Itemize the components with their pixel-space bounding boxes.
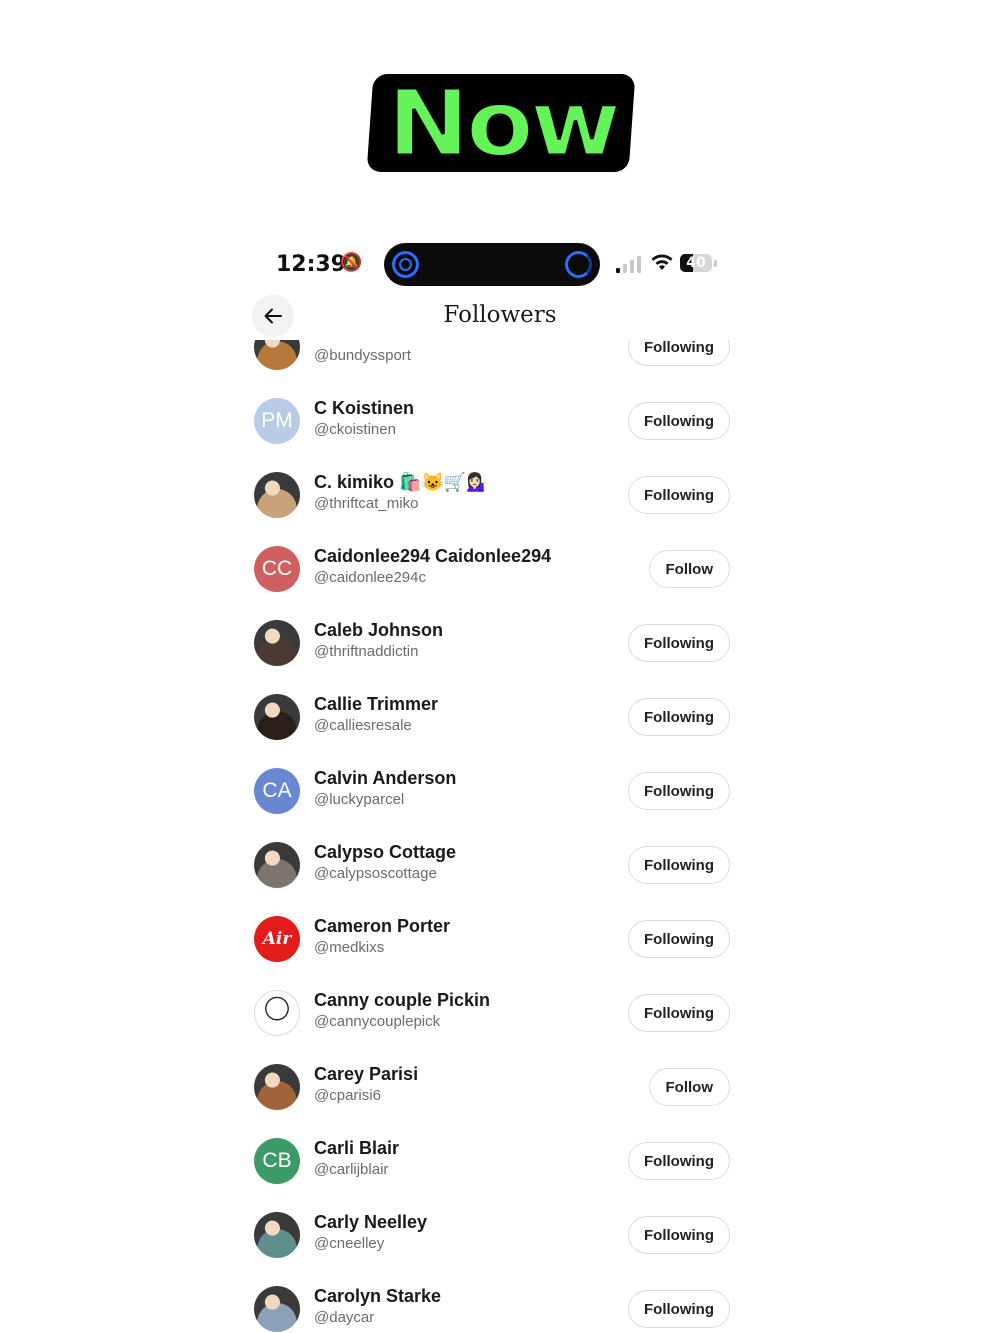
following-button[interactable]: Following xyxy=(628,1142,730,1180)
avatar[interactable] xyxy=(254,472,300,518)
following-button[interactable]: Following xyxy=(628,846,730,884)
following-button[interactable]: Following xyxy=(628,698,730,736)
following-button[interactable]: Following xyxy=(628,402,730,440)
avatar[interactable] xyxy=(254,1212,300,1258)
avatar[interactable]: CC xyxy=(254,546,300,592)
follower-name[interactable]: Cameron Porter xyxy=(314,916,450,937)
follower-handle: @cannycouplepick xyxy=(314,1013,441,1030)
page-header: Followers xyxy=(250,294,740,340)
follower-row[interactable]: C. kimiko 🛍️😺🛒💁🏻‍♀️ @thriftcat_miko Follow… xyxy=(250,464,740,538)
following-button[interactable]: Following xyxy=(628,772,730,810)
follow-button[interactable]: Follow xyxy=(648,1068,730,1106)
follower-name[interactable]: C B xyxy=(314,340,345,345)
follower-handle: @cneelley xyxy=(314,1235,385,1252)
follower-name[interactable]: Caleb Johnson xyxy=(314,620,443,641)
follower-name[interactable]: Carolyn Starke xyxy=(314,1286,441,1307)
follower-handle: @ckoistinen xyxy=(314,421,396,438)
follower-name[interactable]: C. kimiko 🛍️😺🛒💁🏻‍♀️ xyxy=(314,472,489,493)
following-button[interactable]: Following xyxy=(628,994,730,1032)
avatar[interactable]: CA xyxy=(254,768,300,814)
follower-row[interactable]: CC Caidonlee294 Caidonlee294 @caidonlee294… xyxy=(250,538,740,612)
follower-name[interactable]: C Koistinen xyxy=(314,398,414,419)
avatar[interactable] xyxy=(254,1064,300,1110)
avatar[interactable]: PM xyxy=(254,398,300,444)
following-button[interactable]: Following xyxy=(628,624,730,662)
follower-name[interactable]: Calvin Anderson xyxy=(314,768,456,789)
follower-handle: @calypsoscottage xyxy=(314,865,437,882)
following-button[interactable]: Following xyxy=(628,1216,730,1254)
following-button[interactable]: Following xyxy=(628,340,730,366)
avatar[interactable]: Air xyxy=(254,916,300,962)
now-sticker-text: Now xyxy=(385,68,623,178)
following-button[interactable]: Following xyxy=(628,476,730,514)
follower-handle: @daycar xyxy=(314,1309,375,1326)
follower-row[interactable]: Canny couple Pickin @cannycouplepick Follo… xyxy=(250,982,740,1056)
battery-icon: 40 xyxy=(680,254,712,272)
follower-handle: @medkixs xyxy=(314,939,385,956)
follower-row[interactable]: Calypso Cottage @calypsoscottage Following xyxy=(250,834,740,908)
avatar[interactable] xyxy=(254,620,300,666)
follower-handle: @bundyssport xyxy=(314,347,411,364)
battery-level: 40 xyxy=(686,255,706,271)
follower-handle: @calliesresale xyxy=(314,717,412,734)
avatar[interactable] xyxy=(254,340,300,370)
follower-handle: @thriftnaddictin xyxy=(314,643,419,660)
follower-row[interactable]: Air Cameron Porter @medkixs Following xyxy=(250,908,740,982)
follower-row[interactable]: Carly Neelley @cneelley Following xyxy=(250,1204,740,1278)
follower-handle: @thriftcat_miko xyxy=(314,495,419,512)
follower-handle: @cparisi6 xyxy=(314,1087,381,1104)
follower-row[interactable]: Callie Trimmer @calliesresale Following xyxy=(250,686,740,760)
follower-row[interactable]: C B @bundyssport Following xyxy=(250,340,740,390)
follower-row[interactable]: CB Carli Blair @carlijblair Following xyxy=(250,1130,740,1204)
dynamic-island xyxy=(384,243,600,286)
follower-name[interactable]: Carey Parisi xyxy=(314,1064,418,1085)
avatar[interactable] xyxy=(254,1286,300,1332)
wifi-icon xyxy=(651,254,673,270)
progress-ring-icon xyxy=(565,251,592,278)
status-bar: 12:39 🔕 40 xyxy=(250,240,740,290)
page-title: Followers xyxy=(443,302,557,328)
silent-bell-icon: 🔕 xyxy=(340,252,363,272)
avatar[interactable] xyxy=(254,842,300,888)
status-time: 12:39 xyxy=(276,252,347,277)
follow-button[interactable]: Follow xyxy=(648,550,730,588)
cellular-signal-icon xyxy=(616,255,642,273)
follower-row[interactable]: Caleb Johnson @thriftnaddictin Following xyxy=(250,612,740,686)
avatar[interactable]: CB xyxy=(254,1138,300,1184)
following-button[interactable]: Following xyxy=(628,1290,730,1328)
followers-list[interactable]: C B @bundyssport Following PM C Koistinen @ck… xyxy=(250,340,740,1333)
follower-row[interactable]: PM C Koistinen @ckoistinen Following xyxy=(250,390,740,464)
follower-name[interactable]: Carli Blair xyxy=(314,1138,399,1159)
follower-name[interactable]: Carly Neelley xyxy=(314,1212,427,1233)
follower-row[interactable]: Carolyn Starke @daycar Following xyxy=(250,1278,740,1333)
follower-handle: @luckyparcel xyxy=(314,791,405,808)
follower-name[interactable]: Callie Trimmer xyxy=(314,694,438,715)
avatar[interactable] xyxy=(254,694,300,740)
follower-handle: @carlijblair xyxy=(314,1161,389,1178)
follower-row[interactable]: CA Calvin Anderson @luckyparcel Following xyxy=(250,760,740,834)
follower-name[interactable]: Canny couple Pickin xyxy=(314,990,490,1011)
following-button[interactable]: Following xyxy=(628,920,730,958)
avatar[interactable] xyxy=(254,990,300,1036)
follower-name[interactable]: Calypso Cottage xyxy=(314,842,456,863)
follower-handle: @caidonlee294c xyxy=(314,569,426,586)
follower-name[interactable]: Caidonlee294 Caidonlee294 xyxy=(314,546,551,567)
airdrop-icon xyxy=(392,251,419,278)
follower-row[interactable]: Carey Parisi @cparisi6 Follow xyxy=(250,1056,740,1130)
